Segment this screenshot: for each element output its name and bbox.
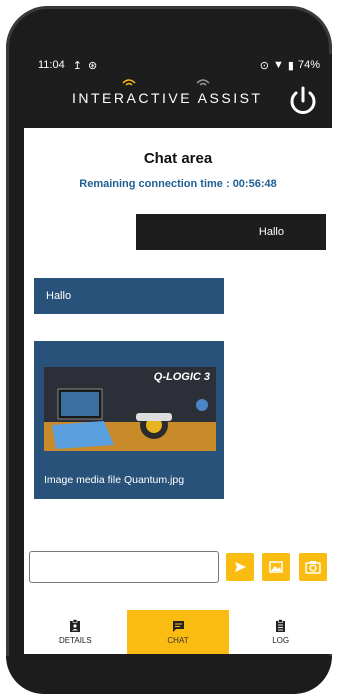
camera-button[interactable] [299, 553, 327, 581]
remaining-value: : 00:56:48 [225, 178, 277, 190]
message-received: Hallo [34, 278, 224, 314]
tab-log[interactable]: LOG [229, 610, 332, 654]
document-icon [276, 619, 286, 632]
message-input[interactable] [29, 551, 219, 583]
message-text: Hallo [46, 290, 72, 302]
tab-details[interactable]: DETAILS [24, 610, 127, 654]
location-icon: ⊙ [259, 59, 270, 72]
brand-text: INTERACTIVE ASSIST [72, 90, 263, 106]
media-caption: Image media file Quantum.jpg [44, 474, 185, 486]
tab-chat[interactable]: CHAT [126, 610, 230, 654]
image-brand-label: Q-LOGIC 3 [153, 371, 210, 383]
status-time: 11:04 [38, 59, 65, 71]
gallery-button[interactable] [262, 553, 290, 581]
brand-logo: INTERACTIVE ASSIST [72, 79, 263, 106]
upload-icon: ↥ [72, 59, 82, 72]
status-bar: 11:04 ↥ ⊛ ⊙ ▼ ▮ 74% [24, 54, 332, 76]
phone-frame: 11:04 ↥ ⊛ ⊙ ▼ ▮ 74% INTERACTIVE ASSIST C… [6, 6, 332, 694]
signal-arc-icon-2 [196, 79, 210, 86]
app-header: INTERACTIVE ASSIST [24, 76, 332, 128]
tab-label: DETAILS [58, 636, 92, 645]
tab-label: CHAT [167, 635, 189, 645]
app-screen: 11:04 ↥ ⊛ ⊙ ▼ ▮ 74% INTERACTIVE ASSIST C… [24, 54, 332, 654]
battery-level: 74% [297, 59, 320, 71]
chat-bubble-icon [172, 620, 184, 632]
power-button[interactable] [286, 84, 320, 118]
sync-icon: ⊛ [87, 59, 98, 72]
send-icon [235, 562, 246, 572]
image-icon [269, 561, 283, 573]
signal-arc-icon [122, 79, 136, 86]
clipboard-person-icon [70, 619, 81, 632]
media-message[interactable]: Q-LOGIC 3 Image media file Quantum.jpg [34, 341, 224, 499]
remaining-label: Remaining connection time [79, 178, 223, 190]
status-right: ⊙ ▼ ▮ 74% [260, 59, 320, 72]
media-thumbnail[interactable]: Q-LOGIC 3 [44, 367, 216, 451]
bottom-tab-bar: DETAILS CHAT LOG [24, 610, 332, 654]
remaining-time: Remaining connection time : 00:56:48 [24, 178, 332, 190]
home-indicator [6, 656, 332, 694]
message-text: Hallo [258, 226, 284, 238]
tab-label: LOG [272, 636, 290, 645]
battery-icon: ▮ [287, 59, 294, 72]
message-field[interactable] [30, 552, 218, 582]
camera-icon [305, 561, 321, 574]
message-sent: Hallo [136, 214, 326, 250]
send-button[interactable] [226, 553, 254, 581]
page-title: Chat area [143, 150, 213, 167]
wifi-icon: ▼ [273, 59, 284, 71]
